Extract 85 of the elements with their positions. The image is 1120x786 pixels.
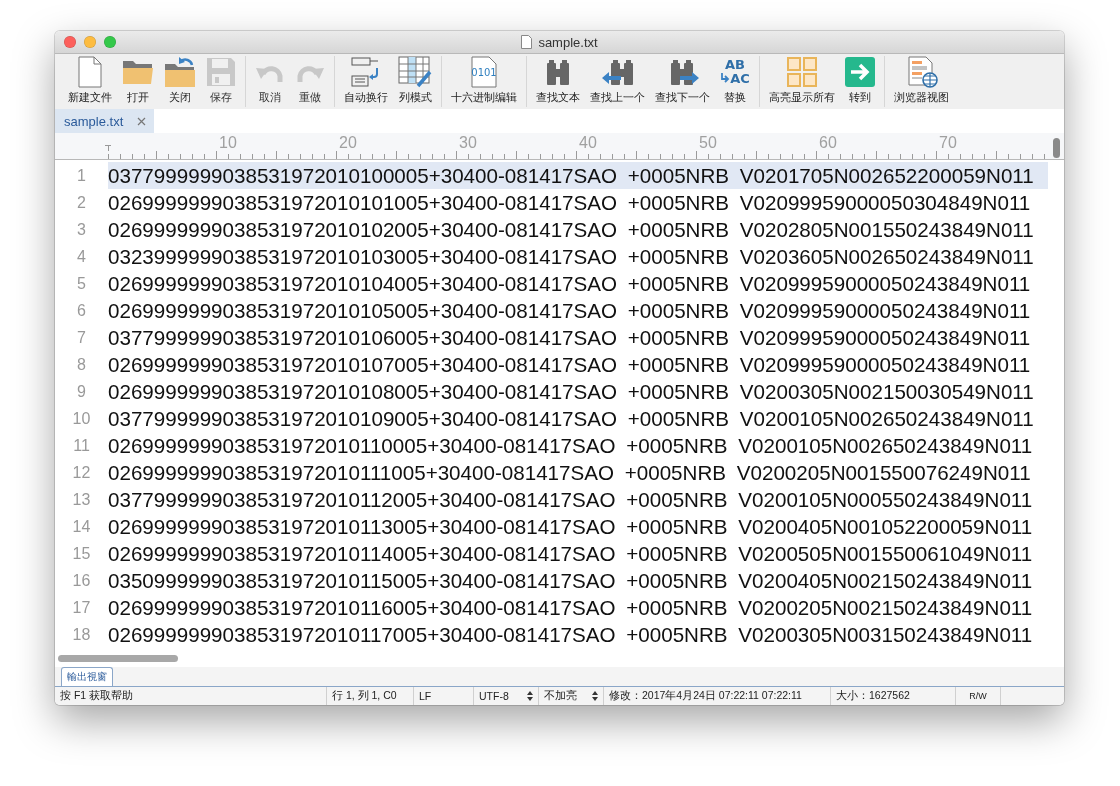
- stepper-icon: [527, 691, 533, 701]
- line-number: 5: [76, 274, 87, 294]
- document-icon: [521, 35, 533, 49]
- modified-time: 修改：2017年4月24日 07:22:11 07:22:11: [609, 689, 802, 703]
- ruler-number: 70: [939, 134, 957, 152]
- toolbar-button[interactable]: 浏览器视图: [889, 56, 954, 107]
- ruler-number: 20: [339, 134, 357, 152]
- text-line: 0269999999038531972010113005+30400-081417SAO +0005NRB V0200405N001052200059N011: [108, 514, 1034, 540]
- minimize-button[interactable]: [84, 36, 96, 48]
- toolbar-button[interactable]: 关闭: [159, 56, 201, 107]
- grid-icon: [786, 56, 818, 88]
- binoculars-left-icon: [600, 57, 635, 87]
- line-number: 7: [76, 328, 87, 348]
- file-tab[interactable]: sample.txt: [55, 109, 155, 133]
- toolbar-button[interactable]: 转到: [840, 56, 880, 107]
- file-size: 大小：1627562: [836, 689, 910, 703]
- stepper-icon: [592, 691, 598, 701]
- line-number: 8: [76, 355, 87, 375]
- line-number: 10: [71, 409, 92, 429]
- text-line: 0269999999038531972010117005+30400-081417SAO +0005NRB V0200305N003150243849N011: [108, 622, 1034, 648]
- line-number: 4: [76, 247, 87, 267]
- line-number: 3: [76, 220, 87, 240]
- text-line: 0269999999038531972010105005+30400-081417SAO +0005NRB V02099959000050243849N011: [108, 298, 1032, 324]
- arrow-right-icon: [845, 57, 875, 87]
- text-line: 0269999999038531972010107005+30400-081417SAO +0005NRB V02099959000050243849N011: [108, 352, 1032, 378]
- text-line: 0269999999038531972010102005+30400-081417SAO +0005NRB V0202805N001550243849N011: [108, 217, 1035, 243]
- text-line: 0269999999038531972010116005+30400-081417SAO +0005NRB V0200205N002150243849N011: [108, 595, 1034, 621]
- ruler-number: 30: [459, 134, 477, 152]
- toolbar-button[interactable]: 新建文件: [63, 56, 117, 107]
- cursor-position: 行 1, 列 1, C0: [332, 689, 397, 703]
- text-line: 0377999999038531972010109005+30400-081417SAO +0005NRB V0200105N002650243849N011: [108, 406, 1035, 432]
- text-line: 0377999999038531972010106005+30400-081417SAO +0005NRB V02099959000050243849N011: [108, 325, 1032, 351]
- ruler-number: 60: [819, 134, 837, 152]
- text-line: 0269999999038531972010101005+30400-081417SAO +0005NRB V02099959000050304849N011: [108, 190, 1032, 216]
- line-number: 9: [76, 382, 87, 402]
- zoom-button[interactable]: [104, 36, 116, 48]
- binary-file-icon: 0101: [469, 56, 499, 88]
- line-number: 13: [71, 490, 92, 510]
- access-mode: R/W: [969, 691, 987, 701]
- line-number: 12: [71, 463, 92, 483]
- line-number: 11: [72, 436, 91, 456]
- highlight-select[interactable]: 不加亮: [544, 689, 577, 703]
- text-line: 0269999999038531972010111005+30400-081417SAO +0005NRB V0200205N001550076249N011: [108, 460, 1032, 486]
- toolbar-button[interactable]: 高亮显示所有: [764, 56, 840, 107]
- line-number: 16: [71, 571, 92, 591]
- toolbar-button[interactable]: 列模式: [393, 56, 437, 107]
- window-title: sample.txt: [538, 34, 598, 50]
- text-line: 0269999999038531972010104005+30400-081417SAO +0005NRB V02099959000050243849N011: [108, 271, 1032, 297]
- text-line: 0323999999038531972010103005+30400-081417SAO +0005NRB V0203605N002650243849N011: [108, 244, 1035, 270]
- toolbar-button[interactable]: 0101 十六进制编辑: [446, 56, 522, 107]
- ruler-number: 50: [699, 134, 717, 152]
- line-number: 14: [71, 517, 92, 537]
- folder-arrow-icon: [164, 56, 196, 88]
- line-number: 2: [76, 193, 87, 213]
- ruler-number: 40: [579, 134, 597, 152]
- panel-tab[interactable]: 輸出視窗: [61, 667, 113, 686]
- close-button[interactable]: [64, 36, 76, 48]
- text-line: 0377999999038531972010112005+30400-081417SAO +0005NRB V0200105N000550243849N011: [108, 487, 1034, 513]
- status-help: 按 F1 获取帮助: [60, 689, 134, 703]
- file-icon: [78, 56, 102, 88]
- line-number: 15: [71, 544, 92, 564]
- text-line: 0269999999038531972010108005+30400-081417SAO +0005NRB V0200305N002150030549N011: [108, 379, 1035, 405]
- line-number: 1: [76, 166, 87, 186]
- encoding-select[interactable]: UTF-8: [479, 690, 509, 702]
- toolbar-button[interactable]: 查找文本: [531, 56, 585, 107]
- close-icon[interactable]: [137, 116, 147, 126]
- toolbar-button[interactable]: AB AC 替换: [715, 56, 755, 107]
- scrollbar-thumb[interactable]: [1053, 138, 1060, 158]
- toolbar-button[interactable]: 查找下一个: [650, 56, 715, 107]
- scrollbar-thumb[interactable]: [58, 654, 178, 662]
- text-line: 0269999999038531972010110005+30400-081417SAO +0005NRB V0200105N002650243849N011: [108, 433, 1034, 459]
- line-number: 6: [76, 301, 87, 321]
- line-number: 18: [71, 625, 92, 645]
- toolbar-button[interactable]: 自动换行: [339, 56, 393, 107]
- floppy-icon: [206, 57, 236, 87]
- line-number: 17: [71, 598, 92, 618]
- text-line: 0269999999038531972010114005+30400-081417SAO +0005NRB V0200505N001550061049N011: [108, 541, 1034, 567]
- folder-icon: [122, 59, 154, 85]
- line-ending[interactable]: LF: [419, 690, 432, 702]
- columns-icon: [398, 56, 432, 88]
- text-line: 0350999999038531972010115005+30400-081417SAO +0005NRB V0200405N002150243849N011: [108, 568, 1034, 594]
- web-page-icon: [905, 56, 938, 88]
- toolbar-button[interactable]: 打开: [117, 56, 159, 107]
- toolbar-button[interactable]: 查找上一个: [585, 56, 650, 107]
- ruler-number: 10: [219, 134, 237, 152]
